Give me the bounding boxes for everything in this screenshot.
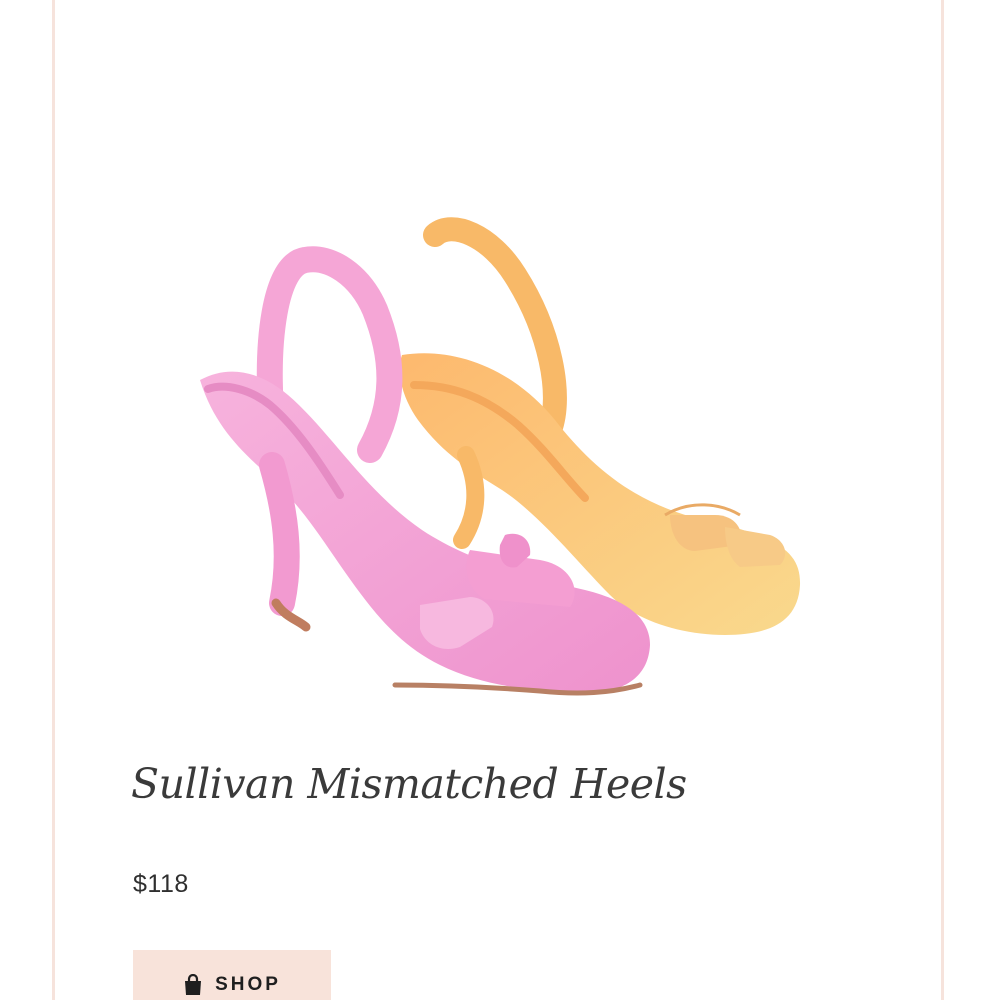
product-title[interactable]: Sullivan Mismatched Heels [131,760,687,808]
shop-button-label: SHOP [215,974,281,995]
shop-button-content: SHOP [183,974,281,996]
product-price: $118 [133,870,189,898]
page: Sullivan Mismatched Heels $118 SHOP [0,0,1000,1000]
shop-button[interactable]: SHOP [133,950,331,1000]
shopping-bag-icon [185,974,202,995]
product-image[interactable] [180,215,820,715]
